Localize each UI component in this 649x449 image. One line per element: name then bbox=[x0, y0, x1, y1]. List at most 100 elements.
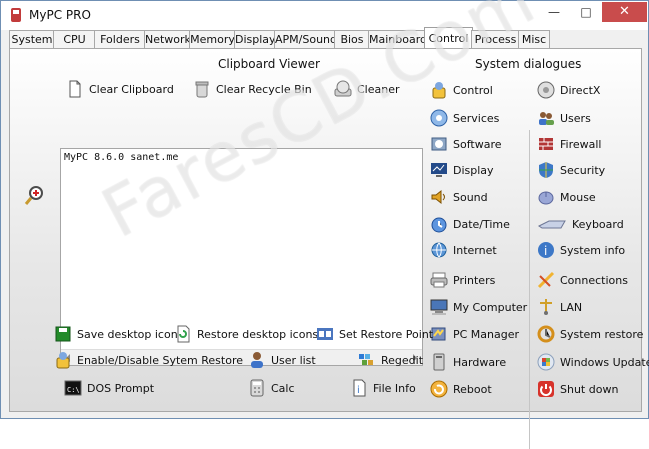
restore-point-icon bbox=[315, 324, 335, 344]
close-button[interactable]: ✕ bbox=[602, 2, 647, 22]
date-time-label: Date/Time bbox=[453, 217, 510, 231]
firewall-icon bbox=[536, 134, 556, 154]
system-info-dialog-button[interactable]: i System info bbox=[536, 239, 625, 261]
dos-prompt-button[interactable]: C:\ DOS Prompt bbox=[63, 377, 154, 399]
printers-dialog-button[interactable]: Printers bbox=[429, 269, 495, 291]
clipboard-content: MyPC 8.6.0 sanet.me bbox=[64, 152, 179, 163]
clipboard-heading: Clipboard Viewer bbox=[218, 57, 320, 71]
tab-network[interactable]: Network bbox=[144, 30, 191, 48]
tab-system[interactable]: System bbox=[9, 30, 55, 48]
hardware-dialog-button[interactable]: Hardware bbox=[429, 351, 506, 373]
calculator-icon bbox=[247, 378, 267, 398]
user-list-button[interactable]: User list bbox=[247, 349, 316, 371]
pc-manager-dialog-button[interactable]: PC Manager bbox=[429, 323, 519, 345]
enable-disable-system-restore-button[interactable]: Enable/Disable Sytem Restore bbox=[53, 349, 243, 371]
info-icon: i bbox=[536, 240, 556, 260]
tab-mainboard[interactable]: Mainboard bbox=[368, 30, 427, 48]
directx-dialog-button[interactable]: DirectX bbox=[536, 79, 600, 101]
power-icon bbox=[536, 379, 556, 399]
recycle-bin-icon bbox=[192, 79, 212, 99]
shut-down-dialog-button[interactable]: Shut down bbox=[536, 378, 618, 400]
connections-label: Connections bbox=[560, 273, 628, 287]
save-desktop-icons-button[interactable]: Save desktop icons bbox=[53, 323, 183, 345]
tab-apm-sound[interactable]: APM/Sound bbox=[274, 30, 337, 48]
clear-recycle-bin-label: Clear Recycle Bin bbox=[216, 82, 312, 96]
my-computer-label: My Computer bbox=[453, 300, 528, 314]
software-label: Software bbox=[453, 137, 502, 151]
enable-disable-system-restore-label: Enable/Disable Sytem Restore bbox=[77, 353, 243, 367]
set-restore-point-label: Set Restore Point bbox=[339, 327, 434, 341]
clear-clipboard-button[interactable]: Clear Clipboard bbox=[65, 78, 174, 100]
tab-display[interactable]: Display bbox=[234, 30, 276, 48]
save-icon bbox=[53, 324, 73, 344]
svg-text:i: i bbox=[357, 385, 360, 396]
hardware-icon bbox=[429, 352, 449, 372]
display-label: Display bbox=[453, 163, 494, 177]
tab-folders[interactable]: Folders bbox=[94, 30, 146, 48]
system-restore-dialog-button[interactable]: System restore bbox=[536, 323, 643, 345]
mouse-dialog-button[interactable]: Mouse bbox=[536, 186, 596, 208]
security-dialog-button[interactable]: Security bbox=[536, 159, 605, 181]
tab-process[interactable]: Process bbox=[471, 30, 520, 48]
users-label: Users bbox=[560, 111, 591, 125]
speaker-icon bbox=[429, 187, 449, 207]
control-panel: Clipboard Viewer System dialogues Clear … bbox=[9, 0, 649, 449]
internet-dialog-button[interactable]: Internet bbox=[429, 239, 497, 261]
regedit-button[interactable]: Regedit bbox=[357, 349, 423, 371]
app-icon bbox=[8, 7, 24, 23]
sound-label: Sound bbox=[453, 190, 488, 204]
users-dialog-button[interactable]: Users bbox=[536, 107, 591, 129]
tab-misc[interactable]: Misc bbox=[518, 30, 550, 48]
zoom-in-icon[interactable] bbox=[24, 185, 46, 207]
app-window: MyPC PRO — □ ✕ System CPU Folders Networ… bbox=[0, 0, 649, 449]
svg-text:C:\: C:\ bbox=[67, 386, 80, 394]
lan-icon bbox=[536, 297, 556, 317]
printers-label: Printers bbox=[453, 273, 496, 287]
maximize-button[interactable]: □ bbox=[571, 2, 601, 22]
control-dialog-button[interactable]: Control bbox=[429, 79, 493, 101]
directx-icon bbox=[536, 80, 556, 100]
restore-desktop-icons-button[interactable]: Restore desktop icons bbox=[173, 323, 318, 345]
dos-prompt-label: DOS Prompt bbox=[87, 381, 155, 395]
windows-update-dialog-button[interactable]: Windows Update bbox=[536, 351, 649, 373]
calc-button[interactable]: Calc bbox=[247, 377, 295, 399]
tab-bios[interactable]: Bios bbox=[334, 30, 370, 48]
my-computer-dialog-button[interactable]: My Computer bbox=[429, 296, 527, 318]
connections-icon bbox=[536, 270, 556, 290]
services-label: Services bbox=[453, 111, 500, 125]
clear-recycle-bin-button[interactable]: Clear Recycle Bin bbox=[192, 78, 312, 100]
tab-cpu[interactable]: CPU bbox=[53, 30, 96, 48]
software-dialog-button[interactable]: Software bbox=[429, 133, 502, 155]
minimize-button[interactable]: — bbox=[539, 2, 569, 22]
lan-label: LAN bbox=[560, 300, 583, 314]
pc-manager-label: PC Manager bbox=[453, 327, 520, 341]
keyboard-label: Keyboard bbox=[572, 217, 624, 231]
restore-desktop-icons-label: Restore desktop icons bbox=[197, 327, 319, 341]
computer-icon bbox=[429, 297, 449, 317]
users-icon bbox=[536, 108, 556, 128]
cleaner-button[interactable]: Cleaner bbox=[333, 78, 400, 100]
sound-dialog-button[interactable]: Sound bbox=[429, 186, 488, 208]
printer-icon bbox=[429, 270, 449, 290]
file-info-button[interactable]: i File Info bbox=[349, 377, 416, 399]
keyboard-dialog-button[interactable]: Keyboard bbox=[536, 213, 624, 235]
file-info-icon: i bbox=[349, 378, 369, 398]
date-time-dialog-button[interactable]: Date/Time bbox=[429, 213, 510, 235]
reboot-icon bbox=[429, 379, 449, 399]
set-restore-point-button[interactable]: Set Restore Point bbox=[315, 323, 433, 345]
services-dialog-button[interactable]: Services bbox=[429, 107, 499, 129]
lan-dialog-button[interactable]: LAN bbox=[536, 296, 582, 318]
reboot-dialog-button[interactable]: Reboot bbox=[429, 378, 492, 400]
tab-memory[interactable]: Memory bbox=[189, 30, 236, 48]
system-dialogues-heading: System dialogues bbox=[475, 57, 582, 71]
clear-clipboard-label: Clear Clipboard bbox=[89, 82, 174, 96]
restore-icon bbox=[173, 324, 193, 344]
system-restore-label: System restore bbox=[560, 327, 644, 341]
windows-update-icon bbox=[536, 352, 556, 372]
connections-dialog-button[interactable]: Connections bbox=[536, 269, 628, 291]
document-icon bbox=[65, 79, 85, 99]
display-dialog-button[interactable]: Display bbox=[429, 159, 494, 181]
tab-control[interactable]: Control bbox=[424, 27, 473, 49]
firewall-dialog-button[interactable]: Firewall bbox=[536, 133, 601, 155]
mouse-label: Mouse bbox=[560, 190, 596, 204]
